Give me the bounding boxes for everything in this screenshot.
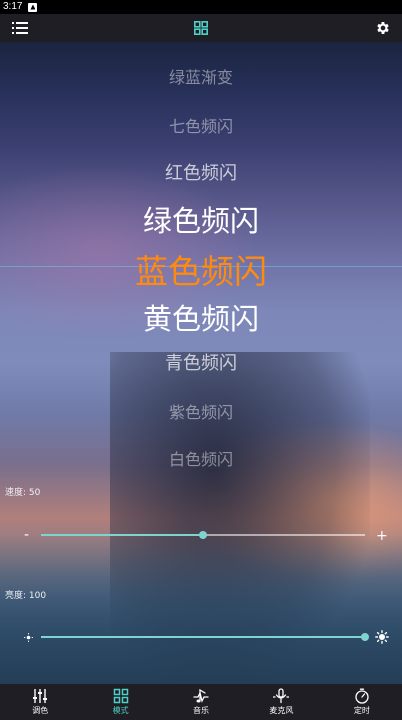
timer-icon [355, 688, 369, 704]
nav-label: 定时 [353, 706, 370, 715]
brightness-label: 亮度: 100 [5, 591, 47, 601]
speed-slider-thumb[interactable] [199, 531, 207, 539]
mode-item[interactable]: 红色频闪 [0, 159, 402, 185]
nav-item-timer[interactable]: 定时 [322, 684, 402, 720]
brightness-low-icon[interactable] [24, 633, 33, 642]
nav-item-microphone[interactable]: 麦克风 [241, 684, 321, 720]
speed-label: 速度: 50 [5, 488, 41, 498]
speed-slider[interactable] [41, 531, 365, 539]
nav-item-mode[interactable]: 模式 [80, 684, 160, 720]
music-note-icon [193, 688, 209, 703]
bottom-navigation: 调色 模式 音乐 麦克风 定时 [0, 684, 402, 720]
mode-grid-icon[interactable] [194, 21, 208, 35]
grid-icon [113, 688, 128, 704]
notification-icon [28, 2, 38, 12]
speed-increase-button[interactable]: + [376, 529, 388, 543]
top-toolbar [0, 14, 402, 42]
status-time: 3:17 [3, 1, 23, 12]
nav-label: 模式 [112, 706, 129, 715]
equalizer-icon [33, 689, 48, 703]
mode-item[interactable]: 紫色频闪 [0, 399, 402, 423]
nav-label: 调色 [32, 706, 49, 715]
brightness-slider-thumb[interactable] [361, 633, 369, 641]
mode-item[interactable]: 青色频闪 [0, 349, 402, 375]
mode-item-selected[interactable]: 蓝色频闪 [0, 245, 402, 293]
mode-item[interactable]: 绿色频闪 [0, 198, 402, 240]
speed-decrease-button[interactable]: - [24, 528, 29, 542]
nav-label: 麦克风 [269, 706, 294, 715]
mode-item[interactable]: 七色频闪 [0, 113, 402, 137]
mode-item[interactable]: 黄色频闪 [0, 296, 402, 338]
brightness-slider[interactable] [41, 633, 369, 641]
gear-icon[interactable] [375, 20, 391, 36]
nav-item-color[interactable]: 调色 [0, 684, 80, 720]
nav-item-music[interactable]: 音乐 [161, 684, 241, 720]
nav-label: 音乐 [193, 706, 210, 715]
mode-item[interactable]: 白色频闪 [0, 446, 402, 470]
microphone-icon [273, 688, 290, 704]
status-bar: 3:17 [0, 0, 402, 14]
mode-item[interactable]: 绿蓝渐变 [0, 64, 402, 88]
brightness-high-icon[interactable] [375, 630, 389, 644]
list-menu-icon[interactable] [12, 21, 28, 35]
